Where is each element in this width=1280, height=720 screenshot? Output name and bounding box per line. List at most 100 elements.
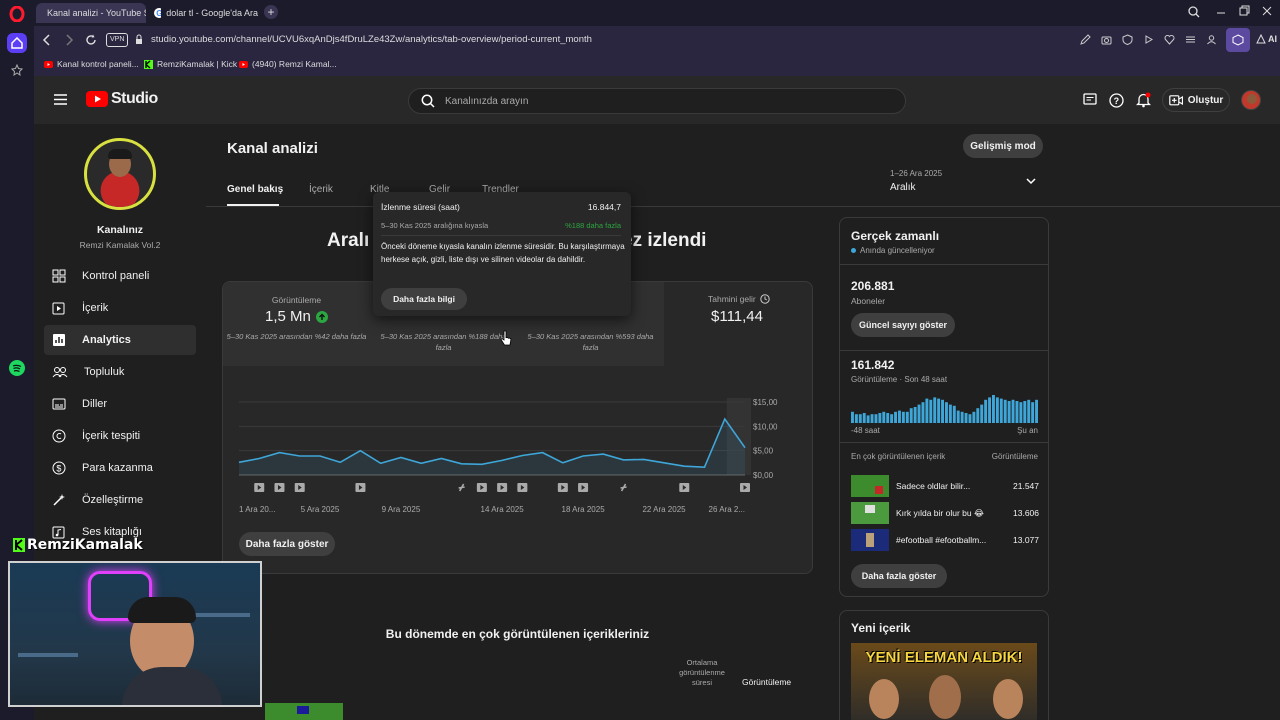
search-tabs-icon[interactable] [1188,6,1200,18]
sidebar-item-customization[interactable]: Özelleştirme [44,485,196,515]
vpn-badge[interactable]: VPN [106,33,129,47]
tab-google-search[interactable]: G dolar tl - Google'da Ara [148,3,264,23]
lock-icon[interactable] [135,34,143,45]
realtime-show-more-button[interactable]: Daha fazla göster [851,564,947,588]
bookmark-kick[interactable]: RemziKamalak | Kick [144,59,237,69]
column-avg-duration[interactable]: Ortalama görüntülenme süresi [672,658,732,688]
realtime-bar [921,402,925,423]
channel-label: Kanalınız [96,224,144,236]
feedback-icon[interactable] [1083,93,1097,107]
camera-icon[interactable] [1101,34,1112,45]
close-window-icon[interactable] [1260,4,1274,18]
reload-icon[interactable] [85,34,97,46]
svg-text:$: $ [56,464,61,474]
menu-lines-icon[interactable] [1185,34,1196,45]
top-item[interactable]: #efootball #efootballm... 13.077 [851,529,1039,551]
new-content-thumbnail[interactable]: YENİ ELEMAN ALDIK! [851,643,1037,720]
heart-icon[interactable] [1164,34,1175,45]
account-avatar[interactable] [1241,90,1261,110]
y-tick-label: $10,00 [753,422,778,431]
star-icon[interactable] [7,60,27,80]
extension-cube-icon[interactable] [1226,28,1250,52]
period-selector[interactable]: 1–26 Ara 2025 Aralık [890,169,1040,201]
realtime-bar [992,395,995,423]
top-item-title: Sadece oldlar bilir... [896,481,971,491]
period-label: Aralık [890,182,916,193]
top-content-header-views: Görüntüleme [991,452,1038,461]
realtime-bar [909,408,913,423]
create-button[interactable]: Oluştur [1162,88,1230,112]
learn-more-button[interactable]: Daha fazla bilgi [381,288,467,310]
bookmark-youtube[interactable]: (4940) Remzi Kamal... [239,59,337,69]
live-dot-icon [851,248,856,253]
top-item-views: 13.077 [1013,535,1039,545]
sidebar-item-earn[interactable]: $ Para kazanma [44,453,196,483]
sidebar-item-content[interactable]: İçerik [44,293,196,323]
sidebar-item-community[interactable]: Topluluk [44,357,196,387]
url-text[interactable]: studio.youtube.com/channel/UCVU6xqAnDjs4… [151,34,592,45]
metric-revenue[interactable]: Tahmini gelir $111,44 [664,282,814,366]
revenue-line-chart[interactable]: $15,00 $10,00 $5,00 $0,00 1 Ara 20... 5 Ara 2… [233,392,803,517]
tooltip-compare-label: 5–30 Kas 2025 aralığına kıyasla [381,221,489,230]
aria-ai-button[interactable]: AI [1256,34,1277,44]
top-item-thumbnail [851,475,889,497]
y-tick-label: $15,00 [753,398,778,407]
svg-text:?: ? [1114,96,1120,106]
divider [840,264,1048,265]
realtime-bar [933,397,937,423]
shield-icon[interactable] [1122,34,1133,45]
sidebar-item-analytics[interactable]: Analytics [44,325,196,355]
x-tick-label: 26 Ara 2... [709,505,745,514]
profile-icon[interactable] [1206,34,1217,45]
realtime-bar [988,397,991,423]
y-tick-label: $0,00 [753,471,774,480]
sidebar-item-subtitles[interactable]: Diller [44,389,196,419]
search-bar[interactable]: Kanalınızda arayın [408,88,906,114]
realtime-bar [901,411,905,423]
new-content-title: Yeni içerik [851,621,911,635]
edit-icon[interactable] [1080,34,1091,45]
metric-views[interactable]: Görüntüleme 1,5 Mn 5–30 Kas 2025 arasınd… [223,282,370,366]
hamburger-menu-icon[interactable] [54,94,67,105]
bookmark-kanal-kontrol[interactable]: Kanal kontrol paneli... [44,59,139,69]
sidebar-item-label: Özelleştirme [82,494,144,506]
opera-logo-icon[interactable] [7,4,27,24]
realtime-bar [941,399,944,423]
search-input[interactable]: Kanalınızda arayın [445,96,528,107]
back-icon[interactable] [42,34,52,46]
new-tab-button[interactable]: + [264,5,278,19]
minimize-icon[interactable] [1214,4,1228,18]
top-item[interactable]: Kırk yılda bir olur bu 😂 13.606 [851,502,1039,524]
top-item[interactable]: Sadece oldlar bilir... 21.547 [851,475,1039,497]
notifications-bell-icon[interactable] [1136,92,1151,108]
home-icon[interactable] [7,33,27,53]
restore-icon[interactable] [1237,4,1251,18]
clock-icon [760,294,770,304]
realtime-bar-chart[interactable] [851,393,1039,423]
tab-content[interactable]: İçerik [309,184,333,195]
advanced-mode-button[interactable]: Gelişmiş mod [963,134,1043,158]
show-more-button[interactable]: Daha fazla göster [239,532,335,556]
tooltip-divider [381,235,621,236]
youtube-icon [239,60,248,68]
top-content-thumbnail[interactable] [265,703,343,720]
sidebar-item-copyright[interactable]: İçerik tespiti [44,421,196,451]
tab-youtube-studio[interactable]: Kanal analizi - YouTube St [36,3,146,23]
column-views[interactable]: Görüntüleme [742,677,791,687]
search-icon [421,94,435,108]
realtime-subtitle: Anında güncelleniyor [860,246,935,255]
forward-icon[interactable] [64,34,74,46]
show-live-count-button[interactable]: Güncel sayıyı göster [851,313,955,337]
sidebar-item-dashboard[interactable]: Kontrol paneli [44,261,196,291]
spotify-icon[interactable] [7,358,27,378]
x-tick-label: 1 Ara 20... [239,505,275,514]
tab-overview[interactable]: Genel bakış [227,184,283,195]
play-icon[interactable] [1143,34,1154,45]
realtime-bar [925,398,929,423]
studio-logo[interactable]: Studio [86,90,158,108]
help-icon[interactable]: ? [1109,93,1124,108]
channel-avatar[interactable] [84,138,156,210]
tooltip-description: Önceki döneme kıyasla kanalın izlenme sü… [381,242,625,264]
realtime-bar [851,411,854,423]
realtime-bar [945,402,948,423]
